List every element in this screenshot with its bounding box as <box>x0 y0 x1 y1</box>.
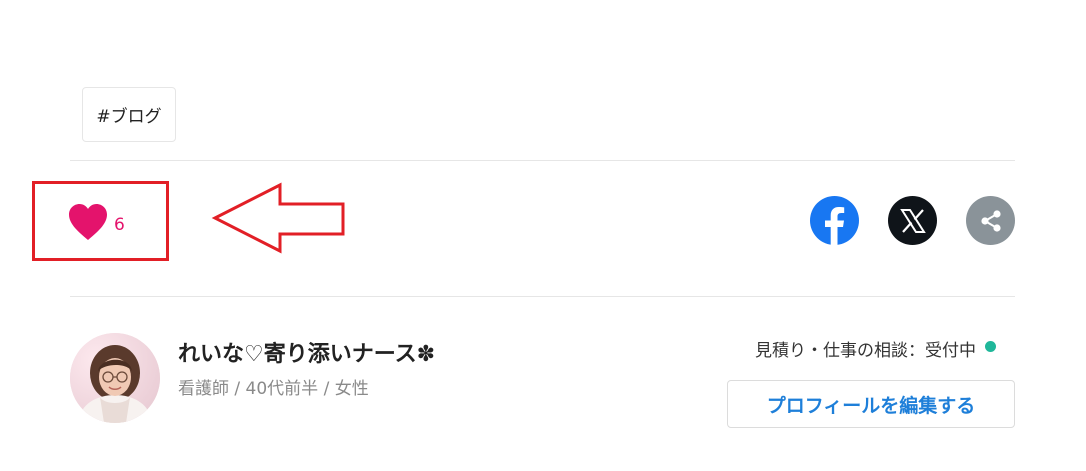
hashtag-blog[interactable]: #ブログ <box>82 87 176 142</box>
like-button[interactable]: 6 <box>68 200 125 244</box>
divider <box>70 296 1015 297</box>
availability-status: 見積り・仕事の相談：受付中 <box>755 341 976 361</box>
divider <box>70 160 1015 161</box>
profile-name[interactable]: れいな♡寄り添いナース✽ <box>178 336 435 368</box>
avatar[interactable] <box>70 333 160 423</box>
share-icon <box>980 209 1001 232</box>
x-logo-icon <box>899 208 926 233</box>
heart-icon <box>68 203 108 241</box>
like-count: 6 <box>114 215 125 235</box>
edit-profile-button[interactable]: プロフィールを編集する <box>727 380 1015 428</box>
facebook-icon <box>825 207 845 245</box>
status-indicator-dot <box>985 341 996 352</box>
facebook-share-button[interactable] <box>810 196 859 245</box>
x-share-button[interactable] <box>888 196 937 245</box>
annotation-arrow <box>211 182 345 254</box>
profile-meta: 看護師 / 40代前半 / 女性 <box>178 379 369 399</box>
share-button[interactable] <box>966 196 1015 245</box>
